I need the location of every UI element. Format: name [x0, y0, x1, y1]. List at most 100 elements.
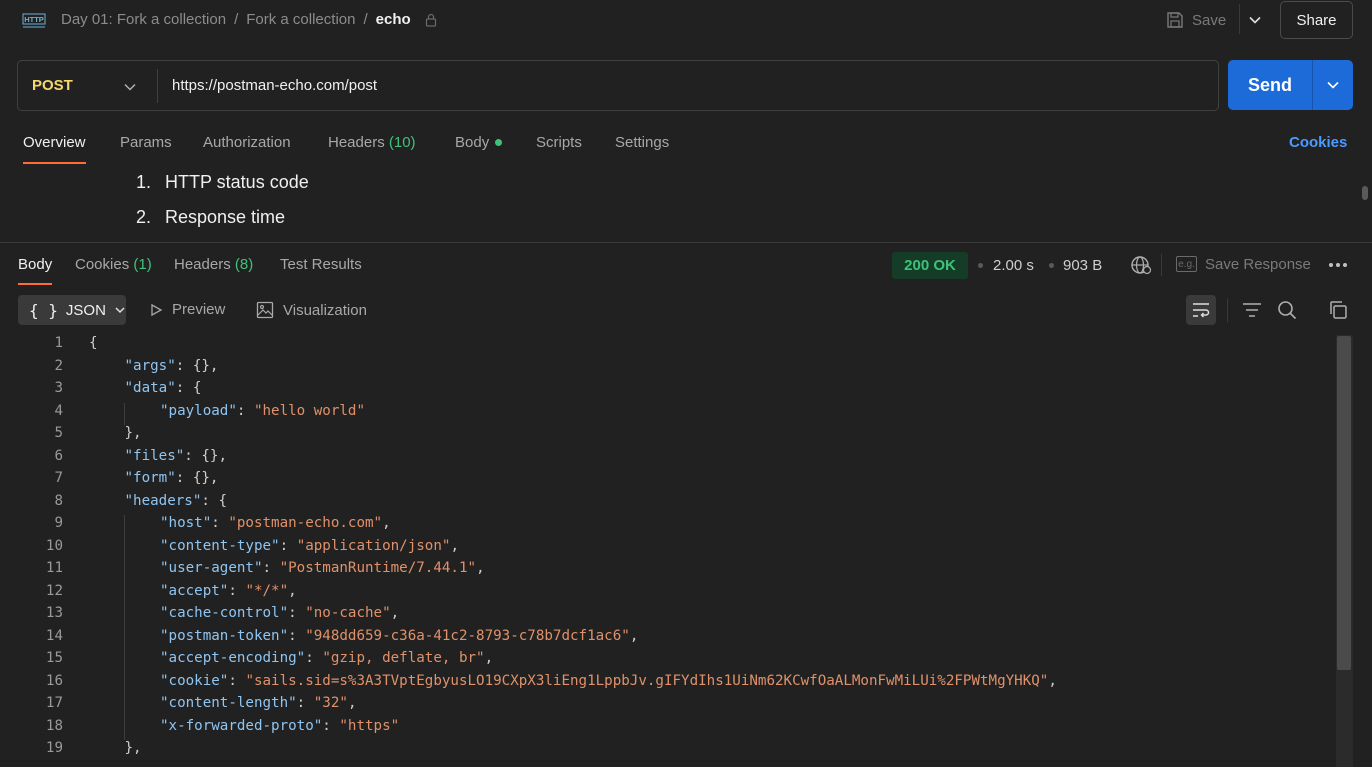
pane-divider[interactable] — [0, 242, 1372, 243]
code-text: { — [89, 335, 98, 351]
preview-button[interactable]: Preview — [149, 301, 225, 318]
json-punctuation: : — [288, 605, 306, 621]
format-select-json[interactable]: { } JSON — [18, 295, 126, 325]
indent-guide — [124, 515, 125, 740]
json-punctuation: : — [236, 402, 254, 419]
tab-scripts[interactable]: Scripts — [536, 134, 582, 151]
code-line: 12 "accept": "*/*", — [0, 583, 1336, 606]
json-punctuation: : {}, — [184, 447, 228, 464]
code-line: 4 "payload": "hello world" — [0, 403, 1336, 426]
url-input[interactable]: https://postman-echo.com/post — [172, 77, 377, 94]
tab-overview[interactable]: Overview — [23, 134, 86, 164]
response-size[interactable]: 903 B — [1063, 257, 1102, 274]
list-item: 1. HTTP status code — [136, 172, 309, 193]
breadcrumb-item-collection[interactable]: Day 01: Fork a collection — [61, 11, 226, 28]
json-string: "postman-echo.com" — [228, 515, 383, 531]
code-line: 16 "cookie": "sails.sid=s%3A3TVptEgbyusLO… — [0, 673, 1336, 696]
share-button[interactable]: Share — [1280, 1, 1353, 39]
json-key: "cache-control" — [160, 605, 289, 621]
response-tab-headers-label: Headers — [174, 256, 231, 273]
response-body-editor[interactable]: 1{2 "args": {}, 3 "data": {4 "payload": "hel… — [0, 335, 1336, 767]
format-label: JSON — [65, 301, 106, 319]
json-punctuation: , — [288, 582, 297, 599]
send-button[interactable]: Send — [1228, 60, 1312, 110]
divider — [1239, 4, 1240, 34]
breadcrumb: Day 01: Fork a collection / Fork a colle… — [61, 11, 437, 28]
line-number: 3 — [54, 380, 63, 396]
code-line: 13 "cache-control": "no-cache", — [0, 605, 1336, 628]
code-text: "accept": "*/*", — [160, 583, 297, 599]
line-number: 1 — [54, 335, 63, 351]
json-punctuation: , — [390, 605, 400, 621]
json-string: "948dd659-c36a-41c2-8793-c78b7dcf1ac6" — [305, 627, 630, 644]
json-punctuation: , — [484, 650, 494, 666]
tab-settings[interactable]: Settings — [615, 134, 669, 151]
body-indicator-dot — [495, 138, 503, 146]
json-key: "form" — [124, 470, 176, 486]
json-punctuation: : { — [201, 492, 227, 509]
search-icon[interactable] — [1277, 300, 1297, 320]
response-tab-cookies[interactable]: Cookies (1) — [75, 256, 152, 273]
svg-text:HTTP: HTTP — [24, 15, 44, 24]
line-number: 2 — [54, 357, 63, 374]
code-line: 11 "user-agent": "PostmanRuntime/7.44.1", — [0, 560, 1336, 583]
save-response-button[interactable]: Save Response — [1205, 256, 1311, 273]
code-line: 2 "args": {}, — [0, 358, 1336, 381]
tab-headers[interactable]: Headers (10) — [328, 134, 416, 151]
chevron-down-icon — [115, 307, 125, 314]
response-time[interactable]: 2.00 s — [993, 257, 1034, 274]
method-select[interactable]: POST — [32, 77, 73, 94]
save-button[interactable]: Save — [1166, 8, 1226, 32]
globe-icon[interactable] — [1130, 255, 1152, 275]
json-punctuation: }, — [124, 740, 142, 756]
code-text: "payload": "hello world" — [160, 403, 365, 419]
tab-authorization[interactable]: Authorization — [203, 134, 291, 151]
json-key: "payload" — [160, 402, 237, 419]
overview-scrollbar[interactable] — [1362, 186, 1368, 200]
wrap-icon — [1193, 303, 1210, 318]
json-string: "hello world" — [253, 402, 366, 419]
json-punctuation: : — [279, 537, 297, 554]
tab-params[interactable]: Params — [120, 134, 172, 151]
line-number: 7 — [54, 470, 63, 486]
json-string: "gzip, deflate, br" — [322, 650, 485, 666]
json-string: "*/*" — [245, 582, 289, 599]
code-line: 6 "files": {}, — [0, 448, 1336, 471]
breadcrumb-item-folder[interactable]: Fork a collection — [246, 11, 355, 28]
tab-body-label: Body — [455, 134, 490, 151]
more-options-icon[interactable] — [1328, 262, 1348, 268]
chevron-down-icon[interactable] — [123, 80, 137, 94]
line-number: 9 — [54, 515, 63, 531]
filter-icon[interactable] — [1242, 300, 1262, 320]
response-tab-test-results[interactable]: Test Results — [280, 256, 362, 273]
json-key: "accept" — [160, 582, 229, 599]
copy-icon[interactable] — [1328, 300, 1348, 320]
chevron-down-icon[interactable] — [1248, 13, 1262, 27]
json-punctuation: : — [296, 695, 314, 711]
list-text: Response time — [165, 207, 286, 227]
lock-icon — [425, 13, 436, 27]
status-badge[interactable]: 200 OK — [892, 252, 968, 279]
response-tab-headers[interactable]: Headers (8) — [174, 256, 253, 273]
visualization-button[interactable]: Visualization — [256, 301, 367, 319]
send-options-button[interactable] — [1312, 60, 1353, 110]
code-text: "x-forwarded-proto": "https" — [160, 718, 399, 734]
json-string: "application/json" — [296, 537, 451, 554]
json-punctuation: , — [450, 537, 459, 554]
code-text: "cache-control": "no-cache", — [160, 605, 399, 621]
line-number: 5 — [54, 425, 63, 441]
url-bar: POST https://postman-echo.com/post — [17, 60, 1219, 111]
json-punctuation: : — [305, 650, 323, 666]
response-tab-body[interactable]: Body — [18, 256, 53, 285]
json-string: "https" — [339, 717, 400, 734]
code-text: "host": "postman-echo.com", — [160, 515, 391, 531]
request-name[interactable]: echo — [376, 11, 411, 28]
wrap-lines-button[interactable] — [1186, 295, 1216, 325]
cookies-link[interactable]: Cookies — [1289, 134, 1347, 151]
divider — [1227, 298, 1228, 322]
json-string: "PostmanRuntime/7.44.1" — [279, 560, 477, 576]
json-punctuation: : — [322, 717, 340, 734]
tab-body[interactable]: Body — [455, 134, 503, 151]
editor-scrollbar-thumb[interactable] — [1337, 336, 1351, 670]
code-line: 17 "content-length": "32", — [0, 695, 1336, 718]
